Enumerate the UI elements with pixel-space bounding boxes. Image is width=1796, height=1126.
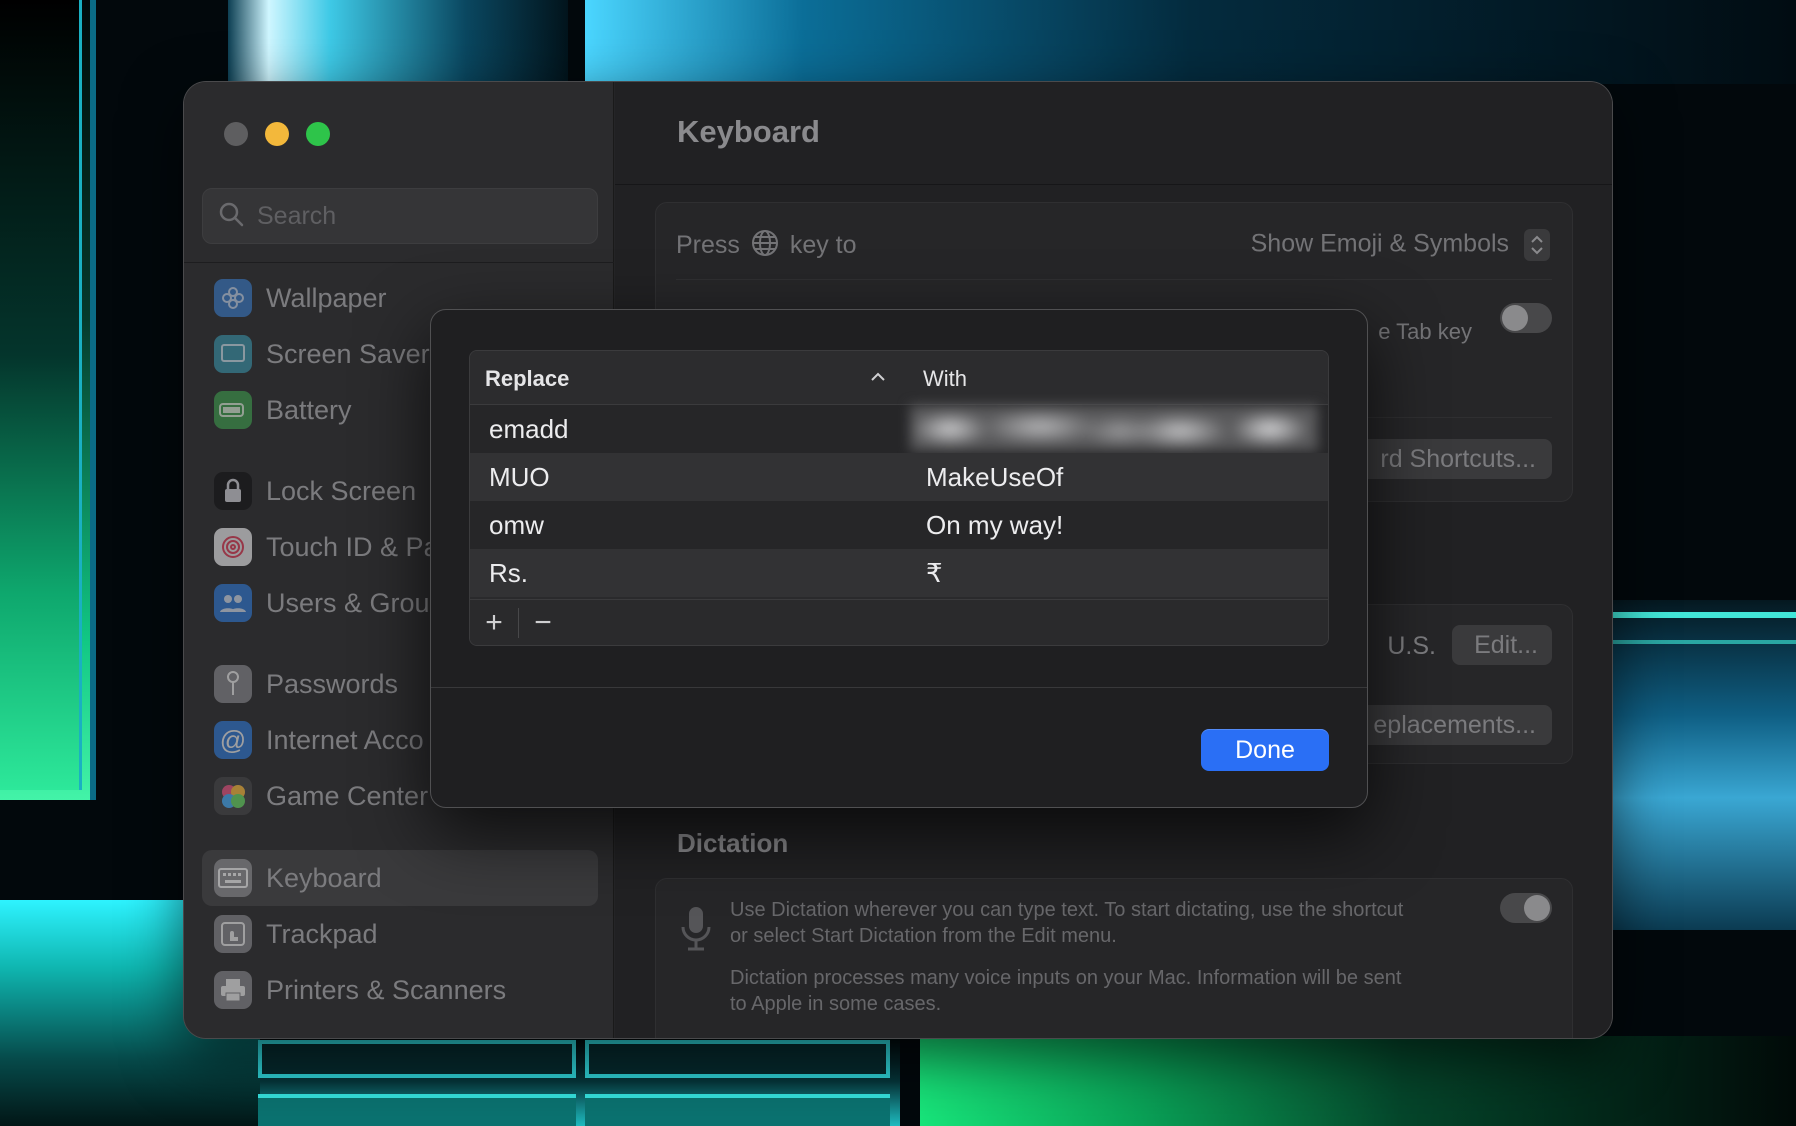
sidebar-item-label: Battery [266,394,352,425]
press-key-popup[interactable]: Show Emoji & Symbols [1251,229,1550,261]
key-icon [214,665,252,703]
wallpaper-panel [258,1094,576,1126]
search-input[interactable] [257,201,577,231]
sidebar-item-printers-scanners[interactable]: Printers & Scanners [202,962,598,1018]
dictation-text-line: Dictation processes many voice inputs on… [730,967,1402,989]
sidebar-item-trackpad[interactable]: Trackpad [202,906,598,962]
printer-icon [214,971,252,1009]
sidebar-item-keyboard[interactable]: Keyboard [202,850,598,906]
divider [431,687,1367,688]
wallpaper-panel [920,1036,1796,1126]
replace-cell[interactable]: Rs. [489,558,528,589]
wallpaper-panel [585,1094,890,1126]
wallpaper-panel [1608,600,1796,930]
done-button[interactable]: Done [1201,729,1329,771]
with-cell[interactable]: MakeUseOf [926,462,1063,493]
table-header: Replace With [470,351,1328,405]
globe-icon [751,229,779,264]
with-cell[interactable]: On my way! [926,510,1063,541]
blurred-with-cell[interactable] [910,405,1318,451]
window-controls [224,122,330,146]
sidebar-item-label: Internet Acco [266,724,424,755]
tab-key-text: e Tab key [1378,319,1472,344]
search-icon [217,200,245,233]
dictation-toggle[interactable] [1500,893,1552,923]
wallpaper-panel [585,0,1796,84]
sidebar-item-label: Users & Grou [266,587,430,618]
wallpaper-panel [1608,612,1796,618]
text-replacements-sheet: Replace With emadd MUO MakeUseOf omw On … [430,309,1368,808]
table-footer: + − [470,599,1328,645]
press-key-value: Show Emoji & Symbols [1250,229,1510,258]
dictation-text-line: to Apple in some cases. [730,993,942,1015]
keyboard-icon [214,859,252,897]
sidebar-item-label: Touch ID & Pa [266,531,439,562]
press-key-row: Press key to [676,229,857,264]
keyboard-navigation-toggle[interactable] [1500,303,1552,333]
zoom-button[interactable] [306,122,330,146]
screen-saver-icon [214,335,252,373]
sidebar-item-label: Lock Screen [266,475,417,506]
column-header-with[interactable]: With [923,366,967,392]
sidebar-item-label: Trackpad [266,918,378,949]
fingerprint-icon [214,528,252,566]
chevron-updown-icon [1524,229,1550,261]
replace-cell[interactable]: emadd [489,414,569,445]
table-row[interactable]: Rs. ₹ [470,549,1328,597]
game-center-icon [214,777,252,815]
sidebar-item-label: Keyboard [266,862,382,893]
lock-icon [214,472,252,510]
page-title: Keyboard [677,114,820,149]
replace-cell[interactable]: omw [489,510,544,541]
dictation-card: Use Dictation wherever you can type text… [655,878,1573,1038]
dictation-description: Use Dictation wherever you can type text… [730,897,1403,1017]
users-icon [214,584,252,622]
replace-cell[interactable]: MUO [489,462,550,493]
sidebar-item-label: Printers & Scanners [266,974,507,1005]
trackpad-icon [214,915,252,953]
edit-input-sources-button[interactable]: Edit... [1452,625,1552,665]
replacements-table: Replace With emadd MUO MakeUseOf omw On … [469,350,1329,646]
battery-icon [214,391,252,429]
search-field[interactable] [202,188,598,244]
sort-ascending-icon[interactable] [870,370,886,388]
with-cell[interactable]: ₹ [926,558,943,589]
close-button[interactable] [224,122,248,146]
add-button[interactable]: + [470,600,518,646]
press-key-suffix: key to [789,231,857,260]
table-row[interactable]: omw On my way! [470,501,1328,549]
minimize-button[interactable] [265,122,289,146]
microphone-icon [678,905,714,958]
sidebar-item-label: Wallpaper [266,282,387,313]
dictation-text-line: or select Start Dictation from the Edit … [730,925,1117,947]
remove-button[interactable]: − [519,600,567,646]
wallpaper-icon [214,279,252,317]
wallpaper-panel [585,1040,890,1078]
sidebar-item-label: Game Center [266,780,429,811]
sidebar-item-label: Screen Saver [266,338,430,369]
wallpaper-panel [258,1040,576,1078]
press-key-label: Press [676,231,740,260]
input-source-value: U.S. [1387,632,1436,660]
divider [615,184,1612,185]
at-icon: @ [214,721,252,759]
column-header-replace[interactable]: Replace [485,366,569,392]
sidebar-item-label: Passwords [266,668,399,699]
dictation-section-title: Dictation [677,828,789,858]
table-row[interactable]: emadd [470,405,1328,453]
wallpaper-panel [1608,640,1796,644]
wallpaper-panel [228,0,568,84]
divider [676,279,1552,280]
wallpaper-panel [0,0,82,790]
table-row[interactable]: MUO MakeUseOf [470,453,1328,501]
dictation-text-line: Use Dictation wherever you can type text… [730,899,1404,921]
divider [184,262,614,263]
